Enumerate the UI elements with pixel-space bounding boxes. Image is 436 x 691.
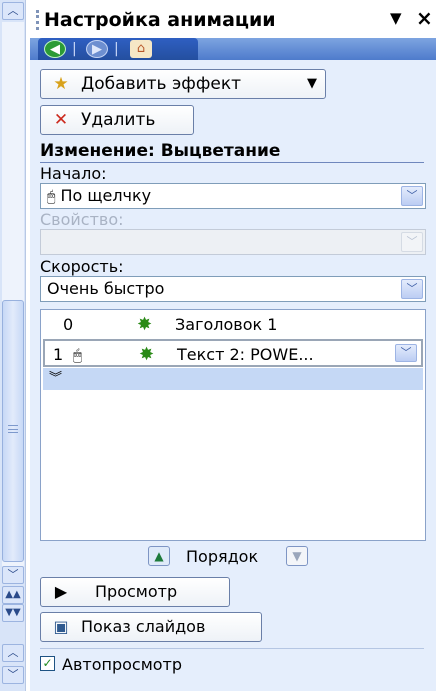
play-icon: ▶	[54, 582, 68, 601]
property-label: Свойство:	[40, 210, 124, 229]
autopreview-checkbox[interactable]: ✓	[40, 656, 55, 671]
start-label: Начало:	[40, 164, 107, 183]
nav-separator: |	[72, 41, 77, 57]
chevron-down-icon[interactable]: ﹀	[395, 344, 417, 362]
chevron-down-icon: ﹀	[401, 232, 423, 252]
scroll-up-small-icon[interactable]: ︿	[2, 644, 24, 662]
home-icon[interactable]: ⌂	[130, 40, 152, 58]
delete-label: Удалить	[81, 110, 156, 130]
slideshow-button[interactable]: ▣ Показ слайдов	[40, 612, 262, 642]
star-add-icon: ★	[53, 74, 69, 94]
slideshow-icon: ▣	[53, 617, 69, 636]
arrow-down-icon: ▼	[286, 546, 308, 566]
scroll-up-icon[interactable]: ︿	[2, 2, 24, 20]
chevron-down-icon: ▼	[307, 76, 317, 91]
speed-value: Очень быстро	[47, 279, 165, 298]
pane-nav-bar: ◀ | ▶ | ⌂	[30, 38, 436, 60]
nav-buttons: ◀ | ▶ | ⌂	[38, 38, 198, 60]
double-chevron-down-icon: ︾	[49, 371, 63, 386]
list-item[interactable]: 0 ✸ Заголовок 1	[41, 311, 425, 339]
back-arrow-icon[interactable]: ◀	[44, 40, 66, 58]
play-button[interactable]: ▶ Просмотр	[40, 577, 230, 607]
modify-heading: Изменение: Выцветание	[40, 141, 281, 161]
chevron-down-icon[interactable]: ﹀	[401, 279, 423, 299]
divider	[40, 648, 424, 649]
mouse-icon: 🖱	[73, 346, 83, 364]
start-value: По щелчку	[60, 186, 152, 205]
nav-separator: |	[114, 41, 119, 57]
star-icon: ✸	[137, 314, 153, 335]
close-icon[interactable]: ×	[416, 6, 433, 30]
property-select: ﹀	[40, 229, 426, 255]
item-number: 0	[63, 315, 74, 334]
item-text: Заголовок 1	[175, 315, 278, 334]
arrow-up-icon[interactable]: ▲	[148, 546, 170, 566]
next-page-icon[interactable]: ▼▼	[2, 604, 24, 622]
pane-title: Настройка анимации	[44, 9, 276, 31]
chevron-down-icon[interactable]: ﹀	[401, 186, 423, 206]
speed-select[interactable]: Очень быстро ﹀	[40, 276, 426, 302]
drag-handle-icon[interactable]	[36, 10, 39, 30]
start-select[interactable]: 🖱 По щелчку ﹀	[40, 183, 426, 209]
divider	[40, 162, 424, 163]
animation-list[interactable]: 0 ✸ Заголовок 1 1 🖱 ✸ Текст 2: POWE... ﹀…	[40, 309, 426, 541]
add-effect-button[interactable]: ★ Добавить эффект ▼	[40, 69, 326, 99]
speed-label: Скорость:	[40, 257, 124, 276]
forward-arrow-icon[interactable]: ▶	[86, 40, 108, 58]
vertical-scrollbar[interactable]: ︿ ﹀ ▲▲ ▼▼ ︿ ﹀	[0, 0, 26, 691]
triangle-down-icon[interactable]: ▼	[390, 9, 402, 27]
delete-button[interactable]: ✕ Удалить	[40, 105, 194, 135]
scroll-down-icon[interactable]: ﹀	[2, 566, 24, 584]
mouse-icon: 🖱	[47, 189, 56, 205]
play-label: Просмотр	[95, 582, 178, 601]
previous-page-icon[interactable]: ▲▲	[2, 586, 24, 604]
item-text: Текст 2: POWE...	[177, 345, 314, 364]
scroll-down-small-icon[interactable]: ﹀	[2, 666, 24, 684]
item-number: 1	[53, 345, 64, 364]
expand-contents-button[interactable]: ︾	[43, 368, 423, 390]
list-item-selected[interactable]: 1 🖱 ✸ Текст 2: POWE... ﹀	[43, 339, 423, 367]
add-effect-label: Добавить эффект	[81, 74, 242, 94]
slideshow-label: Показ слайдов	[81, 617, 206, 636]
reorder-label: Порядок	[186, 547, 259, 566]
autopreview-label: Автопросмотр	[62, 655, 183, 674]
reorder-bar: ▲ Порядок ▼	[30, 541, 436, 571]
grip-icon	[8, 425, 18, 433]
star-icon: ✸	[139, 344, 155, 365]
delete-icon: ✕	[53, 110, 69, 130]
custom-animation-pane: Настройка анимации ▼ × ◀ | ▶ | ⌂ ★ Добав…	[30, 0, 436, 691]
pane-title-bar: Настройка анимации ▼ ×	[30, 0, 436, 38]
